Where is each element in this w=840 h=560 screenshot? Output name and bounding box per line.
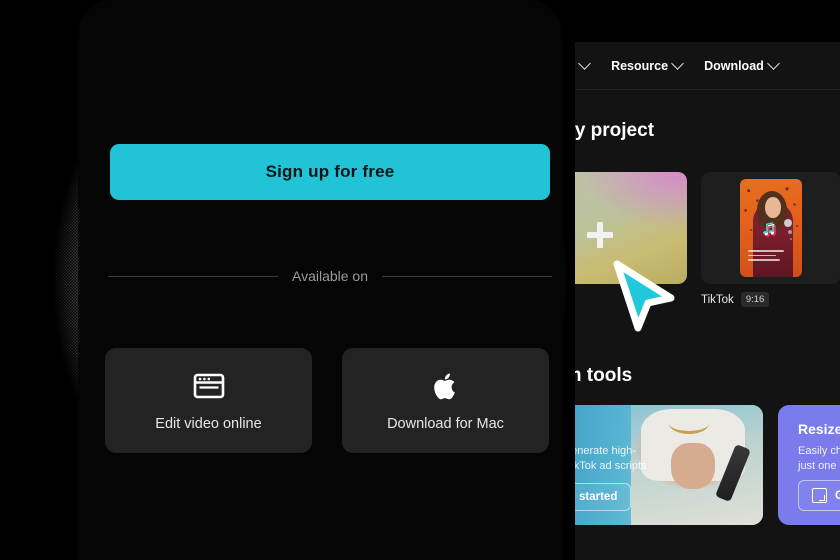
my-project-heading: My project (575, 120, 655, 141)
tool-card-description: generate high- TikTok ad scripts (575, 445, 647, 472)
project-card-name: TikTok (701, 293, 734, 306)
nav-item-download[interactable]: Download (704, 57, 780, 73)
face-shape (765, 197, 781, 218)
tool-card-list: t generate high- TikTok ad scripts start… (575, 405, 840, 525)
nav-item-resource[interactable]: Resource (611, 57, 684, 73)
project-card-tiktok[interactable]: ♫ TikTok 9:16 (701, 172, 840, 307)
tiktok-logo-icon: ♫ (762, 218, 777, 240)
caption-lines (748, 250, 784, 264)
nav-item-download-label: Download (704, 58, 764, 73)
tool-card-title: t (575, 421, 763, 437)
sign-up-button-label: Sign up for free (265, 162, 395, 181)
platform-button-row: Edit video online Download for Mac (105, 348, 549, 453)
plus-icon (587, 222, 613, 248)
edit-video-online-label: Edit video online (155, 416, 262, 432)
resize-icon (812, 488, 827, 503)
project-card-new[interactable]: s (575, 172, 687, 307)
edit-video-online-button[interactable]: Edit video online (105, 348, 312, 453)
tool-card-ad-script[interactable]: t generate high- TikTok ad scripts start… (575, 405, 763, 525)
app-panel-body: My project s (575, 90, 840, 560)
tool-card-resize-video[interactable]: Resize vid Easily change just one click … (778, 405, 840, 525)
new-project-thumbnail[interactable] (575, 172, 687, 284)
screenshot-stage: ate Resource Download My project (0, 0, 840, 560)
nav-item-create[interactable]: ate (575, 57, 591, 73)
project-card-list: s ♫ (575, 172, 840, 307)
microphone-icon (784, 219, 792, 227)
aspect-ratio-badge: 9:16 (740, 292, 770, 307)
available-on-divider: Available on (108, 268, 552, 284)
tool-card-title: Resize vid (798, 421, 840, 437)
tool-card-description: Easily change just one click (798, 445, 840, 472)
project-card-meta: s (575, 292, 687, 304)
apple-icon (433, 373, 455, 400)
nav-item-resource-label: Resource (611, 58, 669, 73)
tiktok-poster-image: ♫ (740, 179, 802, 277)
app-window-panel: ate Resource Download My project (575, 42, 840, 560)
tool-card-button-label: started (579, 491, 618, 503)
app-navbar: ate Resource Download (575, 42, 840, 90)
divider-line-left (108, 275, 278, 277)
divider-line-right (382, 275, 552, 277)
phone-mockup: Sign up for free Available on Edit video… (78, 0, 562, 560)
chevron-down-icon (578, 57, 591, 70)
browser-window-icon (193, 373, 224, 399)
download-for-mac-label: Download for Mac (387, 416, 504, 432)
chevron-down-icon (766, 57, 780, 70)
tool-card-button-label: Get s (835, 489, 840, 502)
chevron-down-icon (671, 57, 684, 70)
tools-heading: om tools (575, 365, 633, 386)
sign-up-for-free-button[interactable]: Sign up for free (110, 144, 550, 200)
project-card-meta: TikTok 9:16 (701, 292, 840, 307)
available-on-label: Available on (291, 268, 369, 284)
download-for-mac-button[interactable]: Download for Mac (342, 348, 549, 453)
tool-card-get-started-button[interactable]: Get s (798, 480, 840, 511)
tiktok-thumbnail[interactable]: ♫ (701, 172, 840, 284)
tool-card-get-started-button[interactable]: started (575, 483, 632, 511)
